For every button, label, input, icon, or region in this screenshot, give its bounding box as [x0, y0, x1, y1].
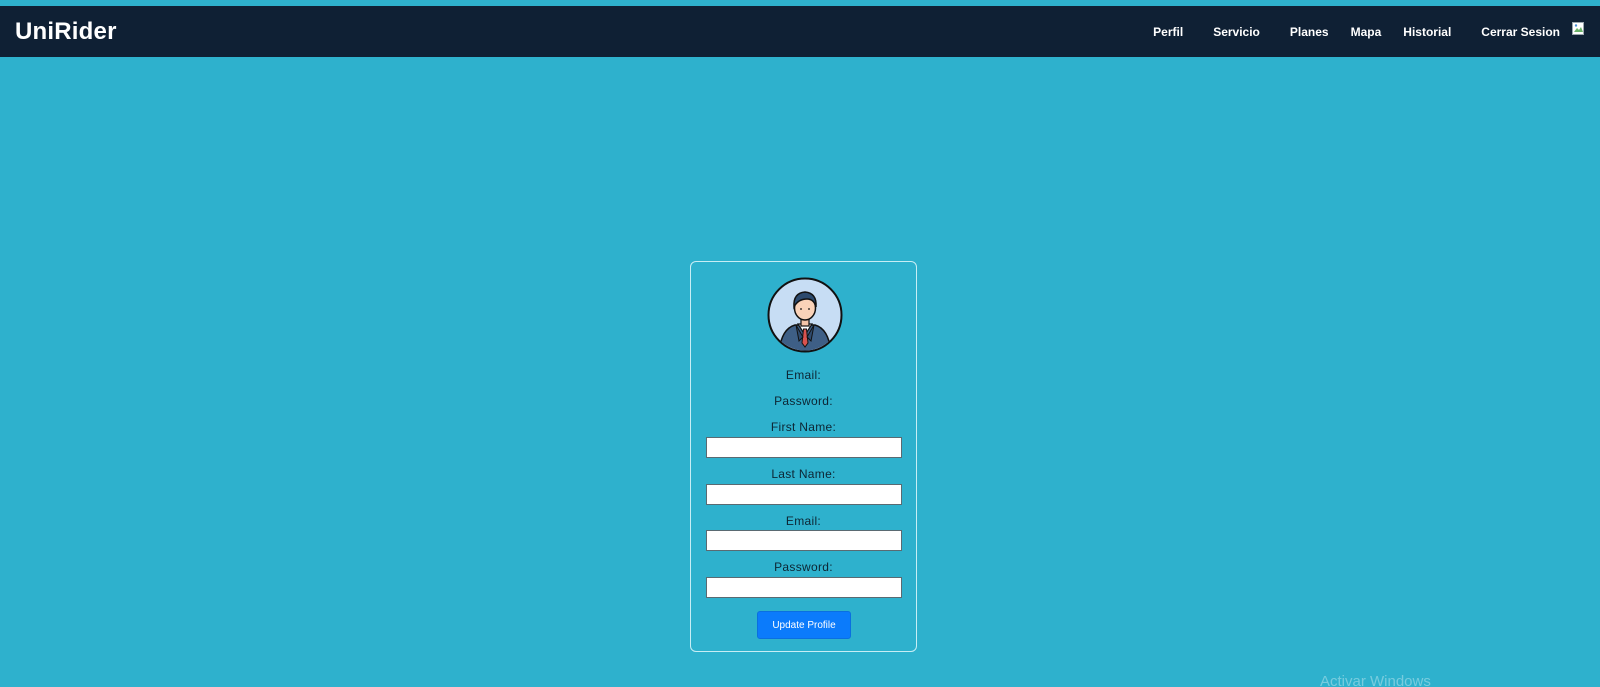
broken-image-icon[interactable] — [1572, 22, 1586, 36]
display-password-label: Password: — [774, 394, 833, 408]
navbar: UniRider Perfil Servicio Planes Mapa His… — [0, 6, 1600, 57]
display-email-label: Email: — [785, 368, 822, 382]
last-name-field[interactable] — [706, 484, 902, 505]
nav-item-perfil[interactable]: Perfil — [1153, 25, 1183, 39]
brand-logo[interactable]: UniRider — [15, 18, 117, 46]
first-name-field[interactable] — [706, 437, 902, 458]
nav-item-cerrar-sesion[interactable]: Cerrar Sesion — [1481, 25, 1560, 39]
last-name-label: Last Name: — [771, 467, 836, 481]
password-field[interactable] — [706, 577, 902, 598]
nav-item-planes[interactable]: Planes — [1290, 25, 1329, 39]
businessman-avatar-icon — [767, 277, 843, 353]
page: UniRider Perfil Servicio Planes Mapa His… — [0, 0, 1600, 687]
password-label: Password: — [774, 560, 833, 574]
first-name-label: First Name: — [770, 420, 837, 434]
nav-item-servicio[interactable]: Servicio — [1213, 25, 1260, 39]
email-field[interactable] — [706, 530, 902, 551]
nav-item-mapa[interactable]: Mapa — [1351, 25, 1382, 39]
nav-item-historial[interactable]: Historial — [1403, 25, 1451, 39]
windows-activation-watermark: Activar Windows — [1320, 673, 1431, 687]
profile-card: Email: Password: First Name: Last Name: … — [690, 261, 917, 652]
update-profile-button[interactable]: Update Profile — [757, 611, 851, 639]
email-label: Email: — [785, 514, 822, 528]
nav-links: Perfil Servicio Planes Mapa Historial Ce… — [1153, 6, 1560, 57]
